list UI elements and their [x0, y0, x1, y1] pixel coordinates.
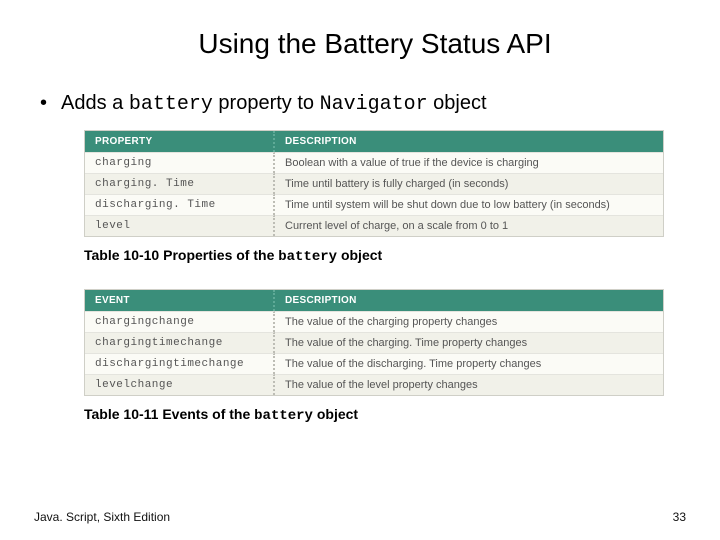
properties-head-right: DESCRIPTION: [275, 131, 663, 152]
table-row: chargingBoolean with a value of true if …: [85, 152, 663, 173]
table-row: dischargingtimechangeThe value of the di…: [85, 353, 663, 374]
prop-name: charging. Time: [85, 173, 275, 194]
footer: Java. Script, Sixth Edition 33: [34, 510, 686, 524]
table-row: discharging. TimeTime until system will …: [85, 194, 663, 215]
caption-code: battery: [254, 408, 313, 424]
event-name: levelchange: [85, 374, 275, 395]
page-title: Using the Battery Status API: [64, 28, 686, 60]
properties-caption: Table 10-10 Properties of the battery ob…: [84, 247, 686, 265]
prop-desc: Current level of charge, on a scale from…: [275, 215, 663, 236]
event-name: dischargingtimechange: [85, 353, 275, 374]
bullet-mid: property to: [213, 92, 320, 114]
caption-pre: Table 10-11 Events of the: [84, 406, 254, 422]
table-row: levelCurrent level of charge, on a scale…: [85, 215, 663, 236]
event-name: chargingchange: [85, 311, 275, 332]
footer-left: Java. Script, Sixth Edition: [34, 510, 170, 524]
footer-page-number: 33: [673, 510, 686, 524]
prop-desc: Boolean with a value of true if the devi…: [275, 152, 663, 173]
bullet-dot: •: [40, 92, 47, 115]
bullet-pre: Adds a: [61, 92, 129, 114]
events-head-right: DESCRIPTION: [275, 290, 663, 311]
prop-name: level: [85, 215, 275, 236]
events-table-wrap: EVENT DESCRIPTION chargingchangeThe valu…: [84, 289, 646, 396]
bullet-post: object: [428, 92, 487, 114]
bullet-text: Adds a battery property to Navigator obj…: [61, 92, 487, 116]
prop-desc: Time until system will be shut down due …: [275, 194, 663, 215]
events-caption: Table 10-11 Events of the battery object: [84, 406, 686, 424]
event-desc: The value of the charging property chang…: [275, 311, 663, 332]
prop-name: charging: [85, 152, 275, 173]
properties-table-wrap: PROPERTY DESCRIPTION chargingBoolean wit…: [84, 130, 646, 237]
prop-name: discharging. Time: [85, 194, 275, 215]
slide: Using the Battery Status API • Adds a ba…: [0, 0, 720, 540]
prop-desc: Time until battery is fully charged (in …: [275, 173, 663, 194]
table-row: chargingchangeThe value of the charging …: [85, 311, 663, 332]
event-desc: The value of the discharging. Time prope…: [275, 353, 663, 374]
table-row: chargingtimechangeThe value of the charg…: [85, 332, 663, 353]
event-name: chargingtimechange: [85, 332, 275, 353]
bullet-code-navigator: Navigator: [320, 93, 428, 116]
table-row: levelchangeThe value of the level proper…: [85, 374, 663, 395]
properties-head-left: PROPERTY: [85, 131, 275, 152]
properties-table: PROPERTY DESCRIPTION chargingBoolean wit…: [84, 130, 664, 237]
bullet-code-battery: battery: [129, 93, 213, 116]
caption-code: battery: [278, 249, 337, 265]
caption-post: object: [313, 406, 358, 422]
events-head-left: EVENT: [85, 290, 275, 311]
caption-pre: Table 10-10 Properties of the: [84, 247, 278, 263]
table-row: charging. TimeTime until battery is full…: [85, 173, 663, 194]
bullet-line: • Adds a battery property to Navigator o…: [40, 92, 686, 116]
events-table: EVENT DESCRIPTION chargingchangeThe valu…: [84, 289, 664, 396]
event-desc: The value of the charging. Time property…: [275, 332, 663, 353]
event-desc: The value of the level property changes: [275, 374, 663, 395]
caption-post: object: [337, 247, 382, 263]
